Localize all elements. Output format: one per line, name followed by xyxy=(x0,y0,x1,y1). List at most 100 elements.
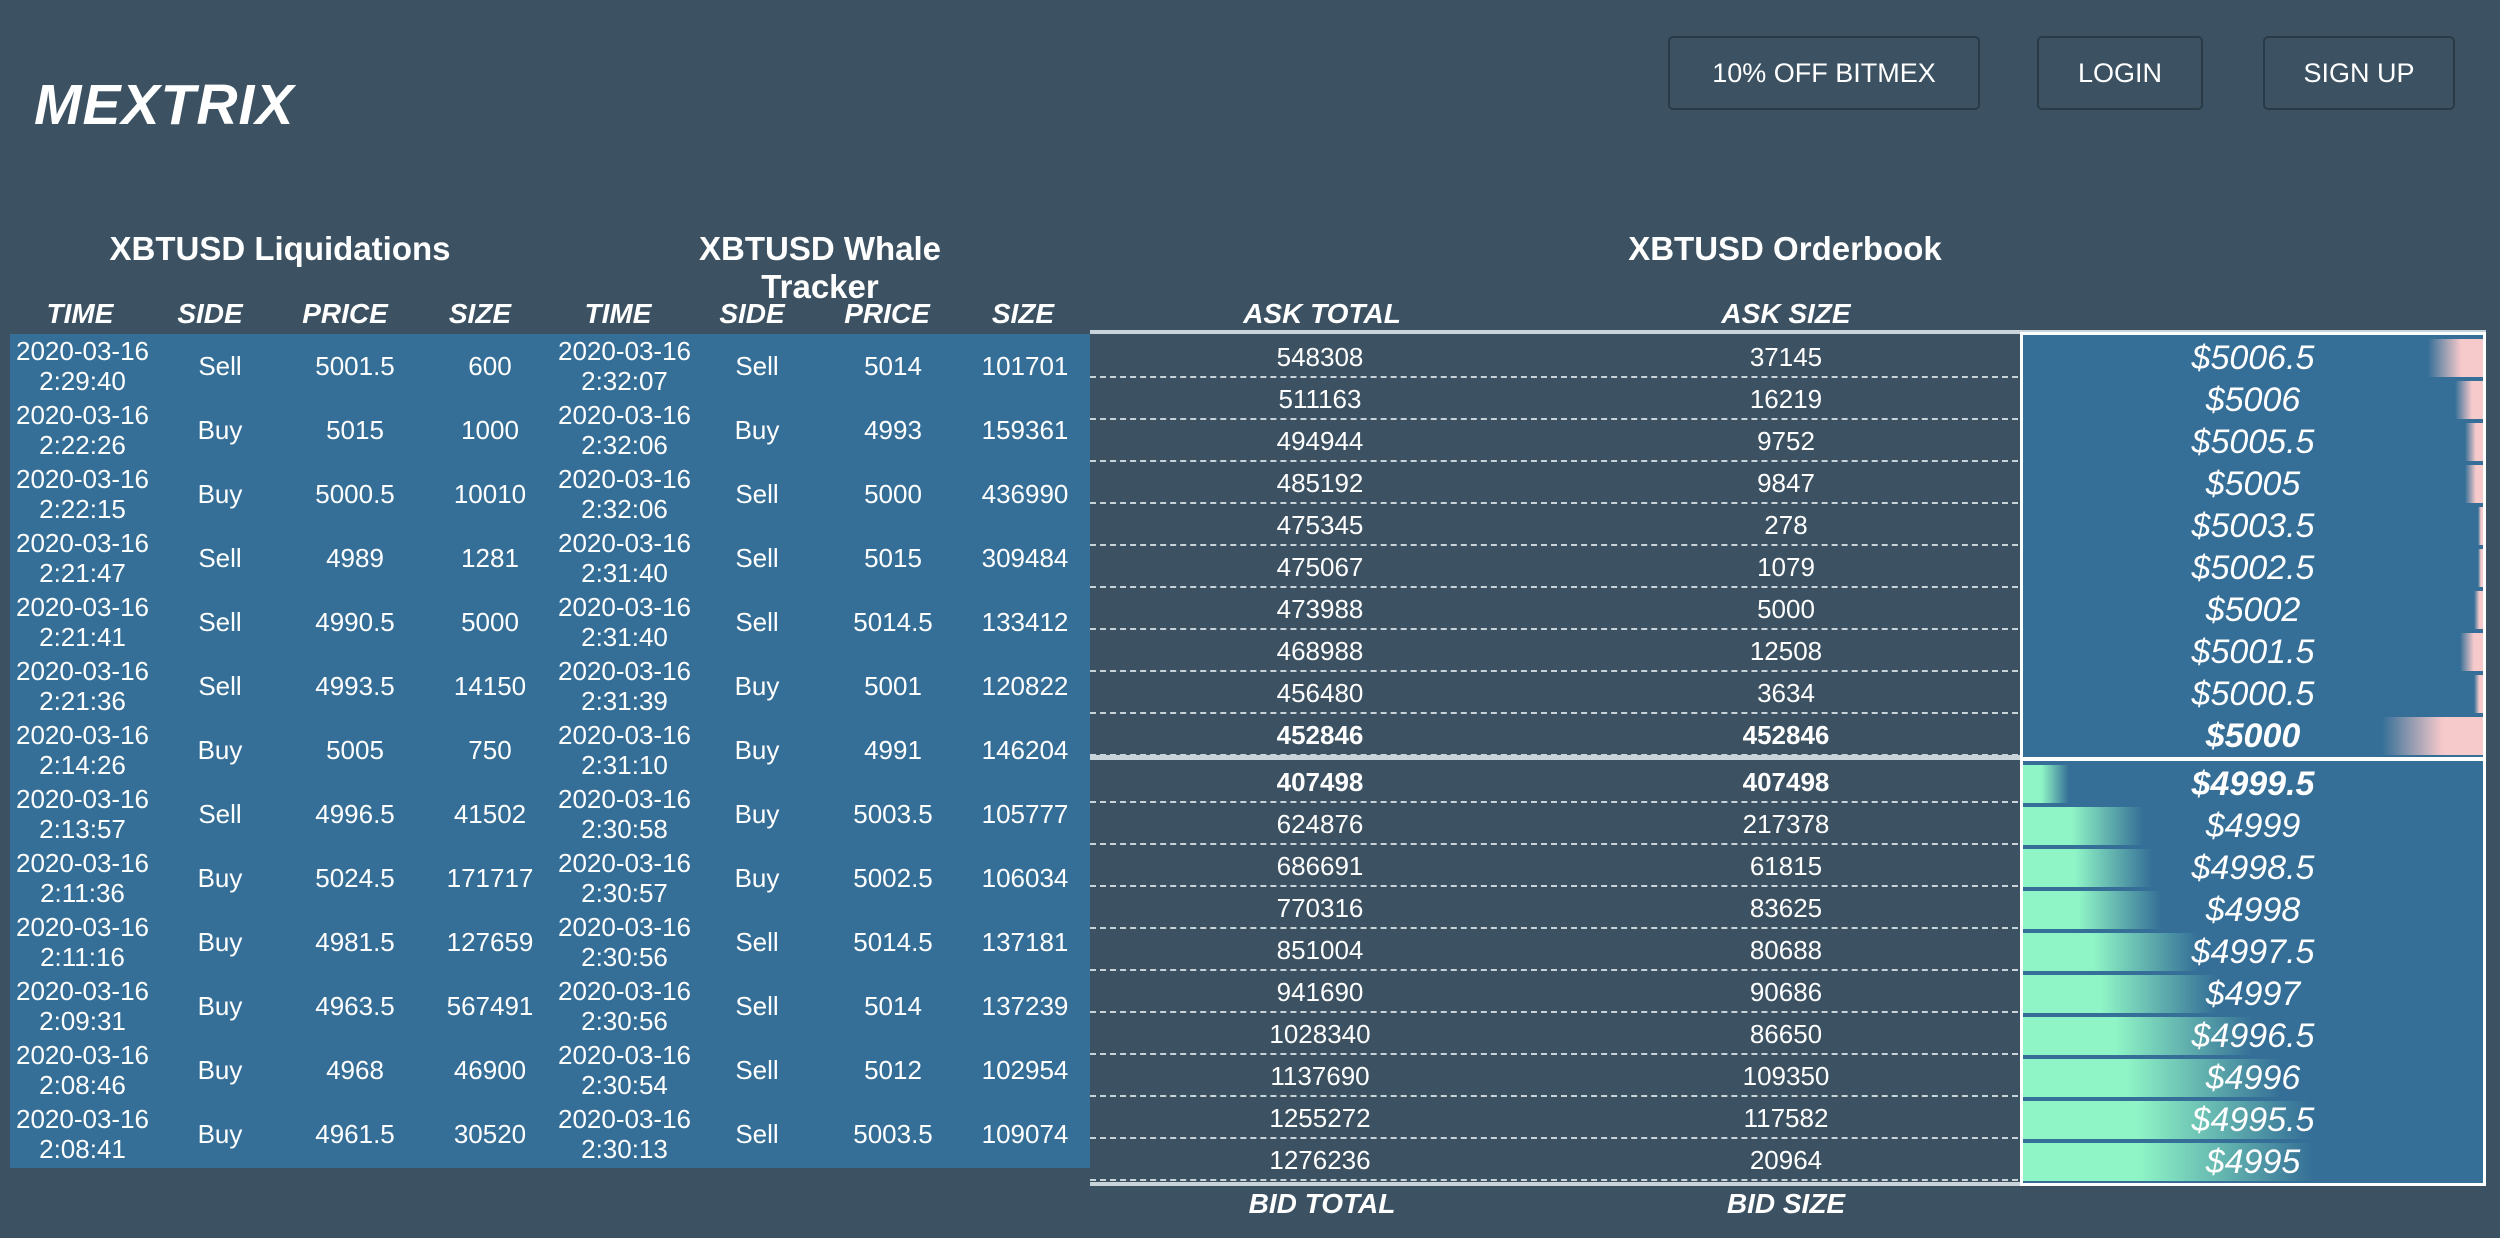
table-row: 2020-03-16 2:31:40 Sell 5015 309484 xyxy=(552,526,1090,590)
price-cell: 5014 xyxy=(864,350,922,381)
time-clock: 2:30:56 xyxy=(581,942,668,972)
total-cell: 1276236 xyxy=(1269,1144,1371,1175)
time-date: 2020-03-16 xyxy=(16,464,149,494)
price-cell: 5001.5 xyxy=(315,350,395,381)
table-row: 2020-03-16 2:30:57 Buy 5002.5 106034 xyxy=(552,846,1090,910)
size-cell: 146204 xyxy=(981,734,1069,765)
size-cell: 600 xyxy=(468,350,512,381)
whale-tracker-table: 2020-03-16 2:32:07 Sell 5014 101701 2020-03-1… xyxy=(552,334,1090,1168)
price-cell: 4968 xyxy=(326,1054,384,1085)
time-clock: 2:31:40 xyxy=(581,558,668,588)
bid-rows: 407498 407498 624876 217378 686691 61815 77031… xyxy=(1090,761,2018,1182)
size-cell: 10010 xyxy=(453,478,527,509)
price-level: $5005 xyxy=(2023,463,2483,505)
side-cell: Buy xyxy=(197,1054,243,1085)
price-cell: 4993.5 xyxy=(315,670,395,701)
price-level: $5006 xyxy=(2023,379,2483,421)
size-cell: 137239 xyxy=(981,990,1069,1021)
time-cell: 2020-03-16 2:14:26 xyxy=(10,718,155,782)
total-cell: 1137690 xyxy=(1270,1060,1370,1091)
signup-button[interactable]: SIGN UP xyxy=(2263,36,2455,110)
price-level: $4998 xyxy=(2023,889,2483,931)
time-clock: 2:30:13 xyxy=(581,1134,668,1164)
size-cell: 61815 xyxy=(1749,850,1823,881)
time-clock: 2:21:47 xyxy=(39,558,126,588)
size-cell: 750 xyxy=(468,734,512,765)
price-label: $4998 xyxy=(2205,890,2301,929)
total-cell: 624876 xyxy=(1276,808,1364,839)
time-date: 2020-03-16 xyxy=(16,1040,149,1070)
size-cell: 5000 xyxy=(461,606,519,637)
ask-depth-bar xyxy=(2478,549,2483,587)
time-date: 2020-03-16 xyxy=(16,720,149,750)
time-clock: 2:09:31 xyxy=(39,1006,126,1036)
price-label: $5002.5 xyxy=(2191,548,2315,587)
size-cell: 105777 xyxy=(981,798,1069,829)
price-cell: 5012 xyxy=(864,1054,922,1085)
bid-depth-bar xyxy=(2023,807,2143,845)
price-label: $5001.5 xyxy=(2191,632,2315,671)
price-level: $4997.5 xyxy=(2023,931,2483,973)
time-date: 2020-03-16 xyxy=(16,400,149,430)
time-date: 2020-03-16 xyxy=(558,976,691,1006)
time-clock: 2:13:57 xyxy=(39,814,126,844)
side-cell: Buy xyxy=(197,1118,243,1149)
login-button[interactable]: LOGIN xyxy=(2037,36,2203,110)
time-date: 2020-03-16 xyxy=(558,784,691,814)
orderbook-title: XBTUSD Orderbook xyxy=(1628,230,1942,267)
ask-row: 494944 9752 xyxy=(1090,420,2018,462)
time-date: 2020-03-16 xyxy=(558,400,691,430)
table-row: 2020-03-16 2:11:16 Buy 4981.5 127659 xyxy=(10,910,552,974)
size-cell: 9847 xyxy=(1757,467,1815,498)
total-cell: 511163 xyxy=(1278,383,1362,414)
size-cell: 46900 xyxy=(453,1054,527,1085)
time-cell: 2020-03-16 2:30:56 xyxy=(552,910,697,974)
price-cell: 5003.5 xyxy=(853,798,933,829)
size-cell: 5000 xyxy=(1757,593,1815,624)
side-cell: Sell xyxy=(198,542,242,573)
time-cell: 2020-03-16 2:30:58 xyxy=(552,782,697,846)
ask-rows: 548308 37145 511163 16219 494944 9752 485192 98… xyxy=(1090,336,2018,756)
side-cell: Buy xyxy=(197,734,243,765)
price-cell: 5003.5 xyxy=(853,1118,933,1149)
size-cell: 3634 xyxy=(1757,677,1815,708)
time-clock: 2:31:10 xyxy=(581,750,668,780)
size-cell: 120822 xyxy=(981,670,1069,701)
time-date: 2020-03-16 xyxy=(16,784,149,814)
bid-row: 624876 217378 xyxy=(1090,803,2018,845)
liquidations-table: 2020-03-16 2:29:40 Sell 5001.5 600 2020-03-16… xyxy=(10,334,552,1168)
price-label: $5006 xyxy=(2205,380,2301,419)
total-cell: 473988 xyxy=(1276,593,1364,624)
whale-header-time: TIME xyxy=(584,298,652,329)
price-label: $4996.5 xyxy=(2191,1016,2315,1055)
size-cell: 90686 xyxy=(1749,976,1823,1007)
time-clock: 2:32:06 xyxy=(581,430,668,460)
total-cell: 475067 xyxy=(1276,551,1364,582)
size-cell: 436990 xyxy=(981,478,1069,509)
whale-header-price: PRICE xyxy=(844,298,930,329)
side-cell: Sell xyxy=(198,670,242,701)
table-row: 2020-03-16 2:32:06 Buy 4993 159361 xyxy=(552,398,1090,462)
ask-price-column: $5006.5 $5006 $5005.5 $5005 $5003.5 $5002.5 $5… xyxy=(2020,332,2486,760)
bid-depth-bar xyxy=(2023,975,2216,1013)
price-label: $4996 xyxy=(2205,1058,2301,1097)
bid-row: 686691 61815 xyxy=(1090,845,2018,887)
total-cell: 548308 xyxy=(1276,341,1364,372)
time-date: 2020-03-16 xyxy=(16,656,149,686)
price-label: $4995.5 xyxy=(2191,1100,2315,1139)
table-row: 2020-03-16 2:08:41 Buy 4961.5 30520 xyxy=(10,1102,552,1166)
time-cell: 2020-03-16 2:21:36 xyxy=(10,654,155,718)
promo-button[interactable]: 10% OFF BITMEX xyxy=(1668,36,1980,110)
ask-row: 475345 278 xyxy=(1090,504,2018,546)
size-cell: 80688 xyxy=(1749,934,1823,965)
bid-row: 1028340 86650 xyxy=(1090,1013,2018,1055)
table-row: 2020-03-16 2:31:10 Buy 4991 146204 xyxy=(552,718,1090,782)
side-cell: Sell xyxy=(198,798,242,829)
time-cell: 2020-03-16 2:32:06 xyxy=(552,398,697,462)
price-label: $5002 xyxy=(2205,590,2301,629)
total-cell: 468988 xyxy=(1276,635,1364,666)
price-level: $4995.5 xyxy=(2023,1099,2483,1141)
time-cell: 2020-03-16 2:09:31 xyxy=(10,974,155,1038)
price-cell: 4990.5 xyxy=(315,606,395,637)
size-cell: 278 xyxy=(1764,509,1808,540)
